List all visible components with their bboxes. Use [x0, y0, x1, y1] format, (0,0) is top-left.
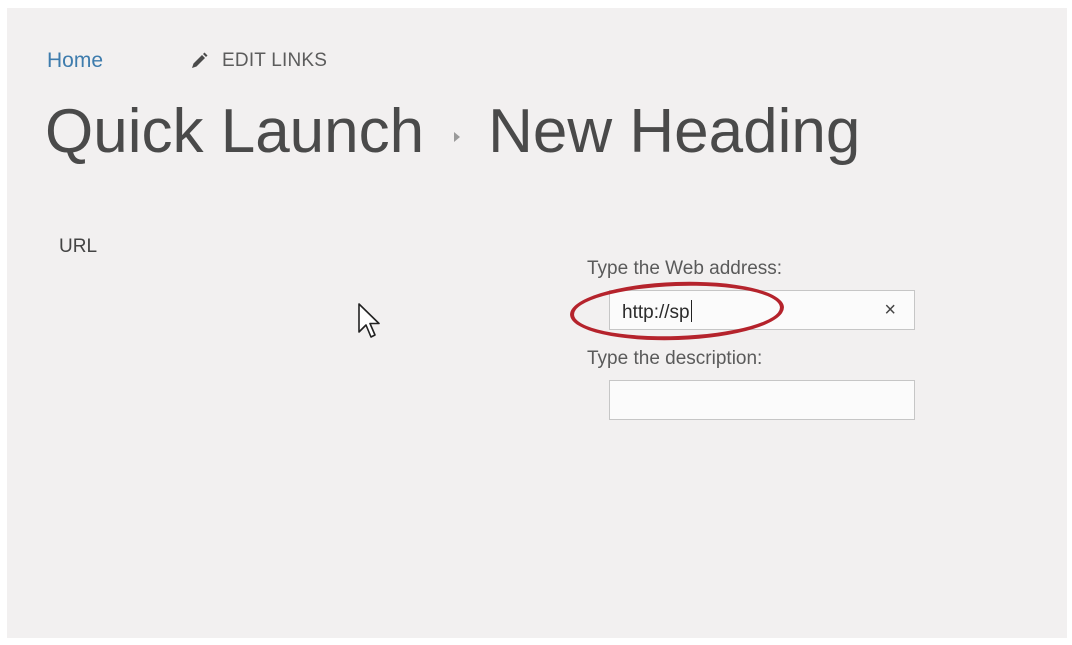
mouse-cursor-icon: [358, 303, 380, 338]
edit-links-button[interactable]: EDIT LINKS: [189, 50, 327, 72]
web-address-label: Type the Web address:: [587, 258, 783, 279]
red-highlight-ellipse: [569, 278, 785, 344]
description-input[interactable]: [609, 380, 915, 420]
top-navigation: Home EDIT LINKS: [47, 48, 327, 74]
edit-links-label: EDIT LINKS: [222, 50, 328, 71]
home-link[interactable]: Home: [47, 49, 103, 73]
description-label: Type the description:: [587, 348, 763, 369]
pencil-icon: [192, 52, 208, 68]
breadcrumb-parent: Quick Launch: [45, 97, 425, 166]
page-content: Home EDIT LINKS Quick Launch New Heading…: [7, 8, 1067, 638]
close-icon[interactable]: ×: [884, 300, 896, 320]
page-title: Quick Launch New Heading: [45, 96, 860, 167]
breadcrumb-current: New Heading: [488, 97, 861, 166]
url-section-label: URL: [59, 236, 98, 257]
chevron-right-icon: [454, 131, 461, 142]
